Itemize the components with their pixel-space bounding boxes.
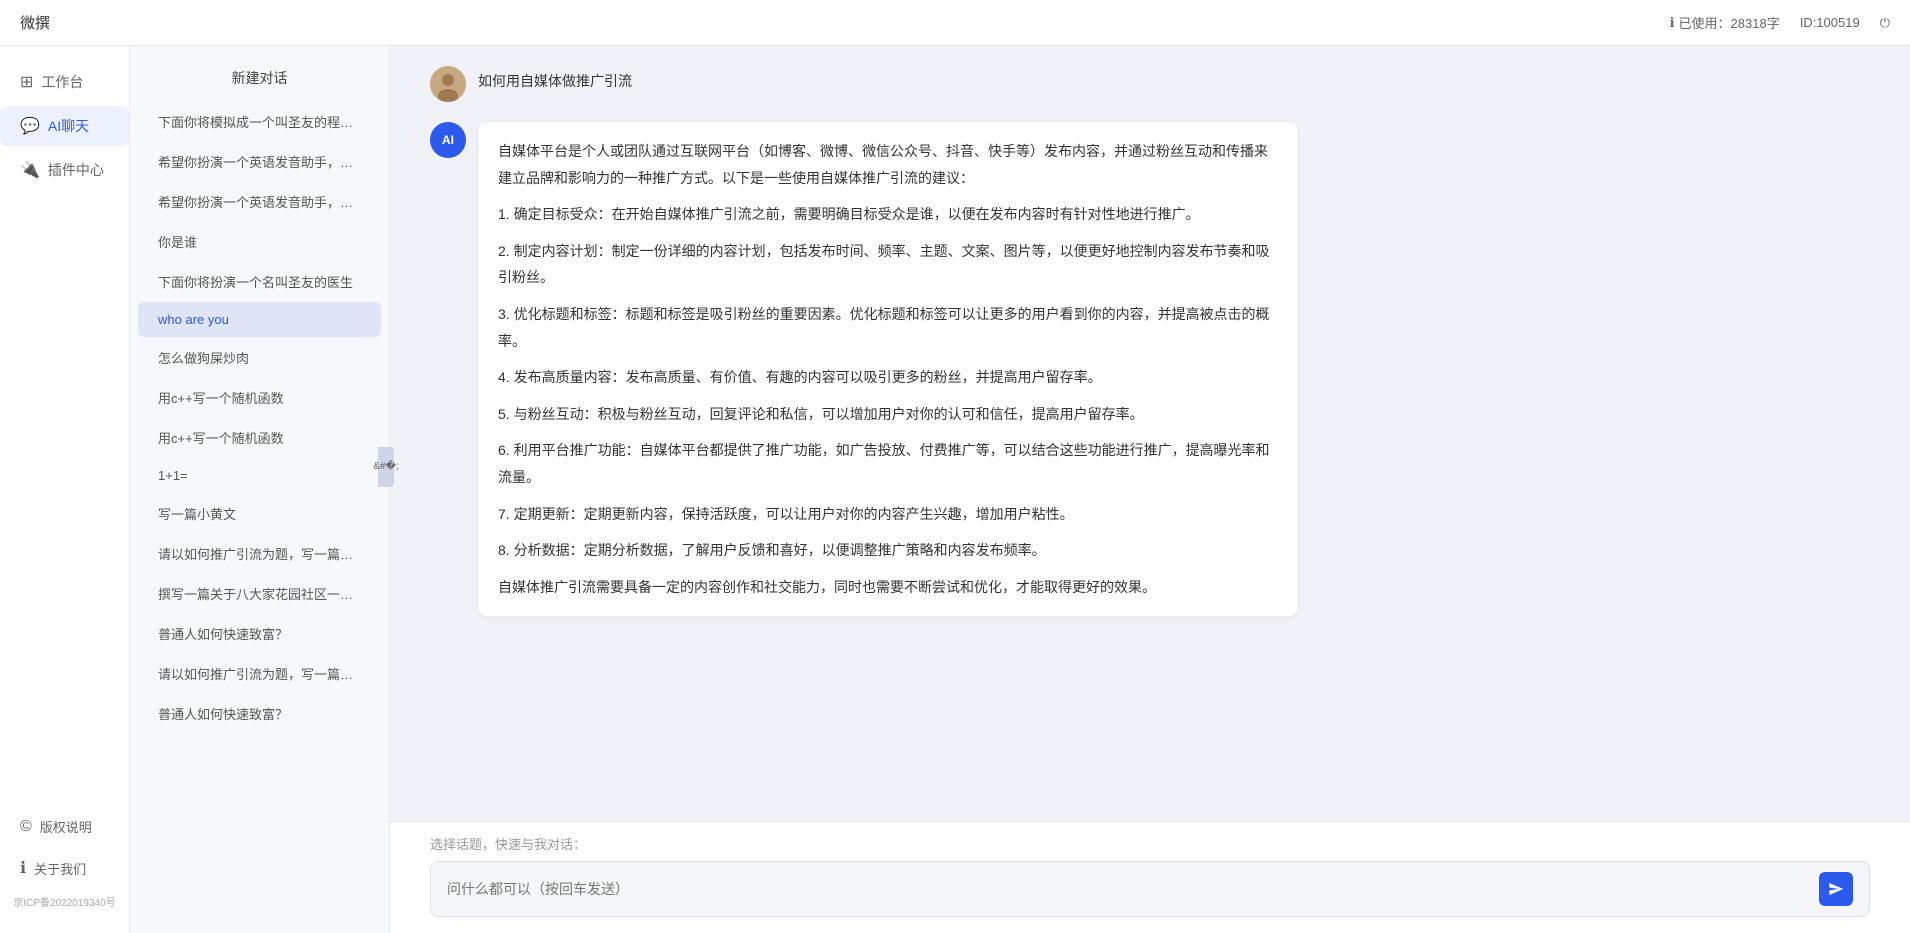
- ai-paragraph: 7. 定期更新：定期更新内容，保持活跃度，可以让用户对你的内容产生兴趣，增加用户…: [498, 501, 1278, 528]
- send-button[interactable]: [1819, 872, 1853, 906]
- ai-message: AI 自媒体平台是个人或团队通过互联网平台（如博客、微博、微信公众号、抖音、快手…: [430, 122, 1870, 616]
- info-icon: ℹ: [1670, 15, 1675, 31]
- left-nav: W 微撰 ⊞ 工作台 💬 AI聊天 🔌 插件中心 © 版权说明 ℹ 关于我们 京…: [0, 0, 130, 933]
- list-item[interactable]: 撰写一篇关于八大家花园社区一刻钟便民生...: [138, 574, 381, 613]
- sidebar-item-plugins[interactable]: 🔌 插件中心: [0, 150, 129, 190]
- list-item[interactable]: 希望你扮演一个英语发音助手，我提供给你...: [138, 182, 381, 221]
- user-bubble: 如何用自媒体做推广引流: [478, 66, 632, 98]
- copyright-label: 版权说明: [40, 817, 92, 836]
- ai-paragraph: 4. 发布高质量内容：发布高质量、有价值、有趣的内容可以吸引更多的粉丝，并提高用…: [498, 364, 1278, 391]
- topbar-title: 微撰: [20, 12, 50, 33]
- list-item[interactable]: 你是谁: [138, 222, 381, 261]
- sidebar-item-copyright[interactable]: © 版权说明: [0, 807, 129, 846]
- chat-sidebar: 新建对话 下面你将模拟成一个叫圣友的程序员，我说...希望你扮演一个英语发音助手…: [130, 46, 390, 933]
- about-icon: ℹ: [20, 858, 26, 878]
- chat-icon: 💬: [20, 116, 40, 136]
- about-label: 关于我们: [34, 859, 86, 878]
- power-icon[interactable]: ⏻: [1880, 15, 1890, 31]
- nav-bottom: © 版权说明 ℹ 关于我们 京ICP备2022019340号: [0, 805, 129, 933]
- list-item[interactable]: 用c++写一个随机函数: [138, 418, 381, 457]
- user-message: 如何用自媒体做推广引流: [430, 66, 1870, 102]
- list-item[interactable]: 希望你扮演一个英语发音助手，我提供给你...: [138, 142, 381, 181]
- workspace-icon: ⊞: [20, 72, 33, 92]
- send-icon: [1828, 881, 1844, 897]
- list-item[interactable]: 下面你将模拟成一个叫圣友的程序员，我说...: [138, 102, 381, 141]
- chat-list: 下面你将模拟成一个叫圣友的程序员，我说...希望你扮演一个英语发音助手，我提供给…: [130, 102, 389, 733]
- ai-chat-label: AI聊天: [48, 116, 89, 136]
- icp-text: 京ICP备2022019340号: [0, 890, 129, 913]
- usage-info: ℹ 已使用：28318字: [1670, 13, 1780, 32]
- main-content: 如何用自媒体做推广引流 AI 自媒体平台是个人或团队通过互联网平台（如博客、微博…: [390, 46, 1910, 933]
- ai-paragraph: 5. 与粉丝互动：积极与粉丝互动，回复评论和私信，可以增加用户对你的认可和信任，…: [498, 401, 1278, 428]
- sidebar-item-workspace[interactable]: ⊞ 工作台: [0, 62, 129, 102]
- list-item[interactable]: 普通人如何快速致富？: [138, 614, 381, 653]
- ai-paragraph: 1. 确定目标受众：在开始自媒体推广引流之前，需要明确目标受众是谁，以便在发布内…: [498, 201, 1278, 228]
- topbar-right: ℹ 已使用：28318字 ID:100519 ⏻: [1670, 13, 1890, 32]
- list-item[interactable]: 写一篇小黄文: [138, 494, 381, 533]
- ai-bubble: 自媒体平台是个人或团队通过互联网平台（如博客、微博、微信公众号、抖音、快手等）发…: [478, 122, 1298, 616]
- input-area: 选择话题，快速与我对话：: [390, 821, 1910, 933]
- plugin-icon: 🔌: [20, 160, 40, 180]
- id-label: ID:100519: [1800, 15, 1860, 30]
- new-chat-button[interactable]: 新建对话: [130, 58, 389, 98]
- list-item[interactable]: 请以如何推广引流为题，写一篇大纲: [138, 534, 381, 573]
- usage-label: 已使用：28318字: [1679, 13, 1780, 32]
- list-item[interactable]: 下面你将扮演一个名叫圣友的医生: [138, 262, 381, 301]
- list-item[interactable]: 请以如何推广引流为题，写一篇大纲: [138, 654, 381, 693]
- sidebar-item-ai-chat[interactable]: 💬 AI聊天: [0, 106, 129, 146]
- ai-paragraph: 自媒体平台是个人或团队通过互联网平台（如博客、微博、微信公众号、抖音、快手等）发…: [498, 138, 1278, 191]
- ai-paragraph: 6. 利用平台推广功能：自媒体平台都提供了推广功能，如广告投放、付费推广等，可以…: [498, 437, 1278, 490]
- quick-topics-label: 选择话题，快速与我对话：: [430, 834, 1870, 853]
- list-item[interactable]: 1+1=: [138, 458, 381, 493]
- chat-input[interactable]: [447, 881, 1809, 897]
- ai-paragraph: 自媒体推广引流需要具备一定的内容创作和社交能力，同时也需要不断尝试和优化，才能取…: [498, 574, 1278, 601]
- list-item[interactable]: 怎么做狗屎炒肉: [138, 338, 381, 377]
- ai-paragraph: 2. 制定内容计划：制定一份详细的内容计划，包括发布时间、频率、主题、文案、图片…: [498, 238, 1278, 291]
- user-avatar: [430, 66, 466, 102]
- collapse-button[interactable]: &#�;: [378, 447, 394, 487]
- plugins-label: 插件中心: [48, 160, 104, 180]
- list-item[interactable]: 普通人如何快速致富？: [138, 694, 381, 733]
- chat-area: 如何用自媒体做推广引流 AI 自媒体平台是个人或团队通过互联网平台（如博客、微博…: [390, 46, 1910, 821]
- sidebar-item-about[interactable]: ℹ 关于我们: [0, 848, 129, 888]
- copyright-icon: ©: [20, 818, 32, 836]
- ai-paragraph: 8. 分析数据：定期分析数据，了解用户反馈和喜好，以便调整推广策略和内容发布频率…: [498, 537, 1278, 564]
- list-item[interactable]: who are you: [138, 302, 381, 337]
- avatar-image: [430, 66, 466, 102]
- workspace-label: 工作台: [41, 72, 83, 92]
- user-message-text: 如何用自媒体做推广引流: [478, 73, 632, 89]
- ai-avatar: AI: [430, 122, 466, 158]
- topbar: 微撰 ℹ 已使用：28318字 ID:100519 ⏻: [0, 0, 1910, 46]
- list-item[interactable]: 用c++写一个随机函数: [138, 378, 381, 417]
- input-row: [430, 861, 1870, 917]
- ai-paragraph: 3. 优化标题和标签：标题和标签是吸引粉丝的重要因素。优化标题和标签可以让更多的…: [498, 301, 1278, 354]
